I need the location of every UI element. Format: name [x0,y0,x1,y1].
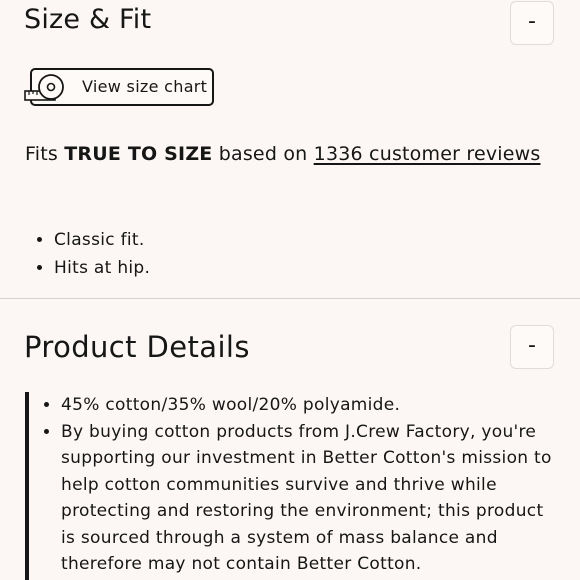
minus-icon: - [528,333,536,358]
customer-reviews-link[interactable]: 1336 customer reviews [314,143,541,165]
fit-middle: based on [218,143,308,165]
fit-bullet-list: Classic fit. Hits at hip. [24,226,150,282]
list-item: By buying cotton products from J.Crew Fa… [61,419,561,578]
fit-summary: Fits TRUE TO SIZE based on 1336 customer… [25,143,541,165]
section-divider [0,298,580,299]
measuring-tape-icon [24,74,64,101]
list-item: 45% cotton/35% wool/20% polyamide. [61,392,561,419]
minus-icon: - [528,9,536,34]
size-fit-collapse-button[interactable]: - [510,1,554,45]
fit-prefix: Fits [25,143,58,165]
product-details-collapse-button[interactable]: - [510,325,554,369]
view-size-chart-button[interactable]: View size chart [24,68,214,106]
product-details-bullet-list: 45% cotton/35% wool/20% polyamide. By bu… [31,392,561,578]
list-item: Classic fit. [54,226,150,254]
size-fit-title: Size & Fit [24,4,152,35]
product-details-title: Product Details [24,330,250,364]
list-item: Hits at hip. [54,254,150,282]
details-accent-rule [25,392,29,580]
view-size-chart-label: View size chart [82,77,208,96]
fit-value: TRUE TO SIZE [64,143,213,165]
